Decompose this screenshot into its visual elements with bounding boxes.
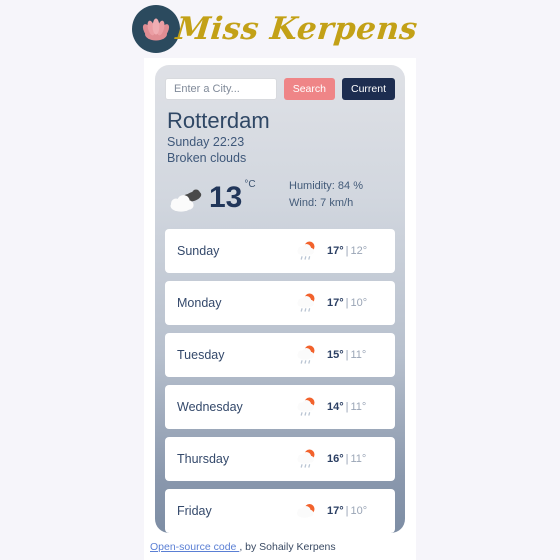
weather-app-card: Search Current Rotterdam Sunday 22:23 Br… (155, 65, 405, 533)
forecast-low: 10° (350, 505, 368, 518)
forecast-day: Tuesday (177, 348, 225, 363)
forecast-high: 14° (327, 401, 344, 414)
sun-cloud-icon (293, 498, 319, 524)
forecast-high: 16° (327, 453, 344, 466)
broken-clouds-icon (167, 181, 207, 221)
forecast-low: 11° (350, 453, 367, 466)
forecast-list: Sunday 17° | 12° Monday 17° | 10° Tuesda… (165, 229, 395, 533)
forecast-low: 12° (350, 245, 368, 258)
search-button[interactable]: Search (283, 78, 335, 100)
current-conditions: 13 °C Humidity: 84 % Wind: 7 km/h (167, 175, 395, 221)
table-row[interactable]: Sunday 17° | 12° (165, 229, 395, 274)
forecast-low: 10° (350, 297, 368, 310)
forecast-low: 11° (350, 349, 367, 362)
forecast-temps: 17° | 10° (327, 505, 383, 517)
current-location-button[interactable]: Current (341, 78, 395, 100)
forecast-separator: | (345, 245, 349, 258)
table-row[interactable]: Thursday 16° | 11° (165, 437, 395, 482)
forecast-temps: 16° | 11° (327, 453, 383, 465)
temperature-unit: °C (244, 179, 256, 191)
forecast-temps: 17° | 12° (327, 245, 383, 257)
forecast-high: 17° (327, 505, 344, 518)
wind-value: Wind: 7 km/h (289, 196, 354, 209)
forecast-day: Friday (177, 504, 212, 519)
lotus-flower-icon (132, 5, 181, 53)
sun-cloud-rain-icon (293, 290, 319, 316)
current-description: Broken clouds (167, 150, 247, 165)
footer-attribution: , by Sohaily Kerpens (239, 541, 336, 553)
forecast-separator: | (345, 505, 349, 518)
table-row[interactable]: Tuesday 15° | 11° (165, 333, 395, 378)
forecast-temps: 14° | 11° (327, 401, 383, 413)
table-row[interactable]: Wednesday 14° | 11° (165, 385, 395, 430)
humidity-value: Humidity: 84 % (289, 180, 363, 193)
table-row[interactable]: Monday 17° | 10° (165, 281, 395, 326)
sun-cloud-rain-icon (293, 342, 319, 368)
forecast-high: 15° (327, 349, 344, 362)
forecast-high: 17° (327, 245, 344, 258)
forecast-separator: | (345, 453, 349, 466)
forecast-day: Sunday (177, 244, 220, 259)
table-row[interactable]: Friday 17° | 10° (165, 489, 395, 533)
forecast-separator: | (345, 297, 349, 310)
current-datetime: Sunday 22:23 (167, 134, 245, 149)
forecast-day: Monday (177, 296, 222, 311)
sun-cloud-rain-icon (293, 394, 319, 420)
search-input[interactable] (165, 78, 277, 100)
forecast-temps: 17° | 10° (327, 297, 383, 309)
sun-cloud-rain-icon (293, 238, 319, 264)
footer: Open-source code , by Sohaily Kerpens (150, 541, 336, 553)
conditions-details: Humidity: 84 % Wind: 7 km/h (289, 175, 363, 211)
temperature-group: 13 °C (167, 175, 287, 221)
forecast-low: 11° (350, 401, 367, 414)
search-bar: Search Current (165, 78, 395, 100)
forecast-high: 17° (327, 297, 344, 310)
sun-cloud-rain-icon (293, 446, 319, 472)
forecast-day: Thursday (177, 452, 230, 467)
app-page: Miss Kerpens Search Current Rotterdam Su… (0, 0, 560, 560)
forecast-separator: | (345, 349, 349, 362)
city-name: Rotterdam (167, 108, 270, 133)
forecast-separator: | (345, 401, 349, 414)
brand-wordmark: Miss Kerpens (174, 11, 420, 47)
forecast-day: Wednesday (177, 400, 243, 415)
brand-header: Miss Kerpens (0, 0, 560, 58)
open-source-code-link[interactable]: Open-source code (150, 541, 239, 553)
current-temperature: 13 (209, 181, 243, 215)
forecast-temps: 15° | 11° (327, 349, 383, 361)
